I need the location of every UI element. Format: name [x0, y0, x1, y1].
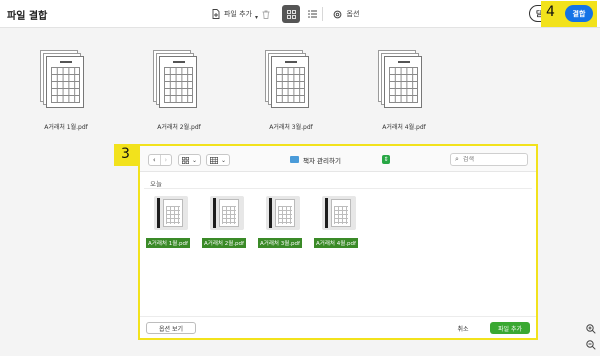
file-thumbnail[interactable]: A거래처 4월.pdf — [364, 50, 444, 131]
grid-view-icon — [286, 9, 296, 19]
file-thumbnail[interactable]: A거래처 3월.pdf — [251, 50, 331, 131]
file-picker-dialog: ‹ › ⌄ ⌄ 책자 관리하기 ⇕ ⌕ 검색 오늘 A거래처 1월.pdf A거… — [138, 144, 538, 340]
chevron-down-icon: ⌄ — [221, 156, 227, 164]
callout-marker-3: 3 — [114, 144, 138, 166]
search-input[interactable] — [462, 156, 519, 163]
section-header-today: 오늘 — [150, 180, 162, 188]
file-thumbnail[interactable]: A거래처 2월.pdf — [139, 50, 219, 131]
pdf-file-icon — [266, 196, 300, 230]
dialog-file-item[interactable]: A거래처 4월.pdf — [314, 196, 364, 249]
combine-button[interactable]: 결합 — [565, 5, 593, 22]
options-label: 옵션 — [346, 10, 360, 18]
file-thumbnail[interactable]: A거래처 1월.pdf — [26, 50, 106, 131]
pdf-file-icon — [154, 196, 188, 230]
history-nav: ‹ › — [148, 154, 172, 166]
zoom-in-button[interactable] — [585, 323, 597, 335]
folder-label: 책자 관리하기 — [303, 156, 341, 165]
zoom-in-icon — [586, 324, 596, 334]
add-files-label: 파일 추가 — [223, 10, 252, 18]
back-button[interactable]: ‹ — [149, 155, 161, 165]
icon-view-icon — [182, 156, 189, 164]
pdf-stack-icon — [378, 50, 424, 112]
dialog-footer: 옵션 보기 취소 파일 추가 — [140, 316, 536, 338]
trash-icon — [262, 10, 270, 19]
section-divider — [144, 188, 532, 189]
toolbar-divider — [322, 7, 323, 21]
pdf-file-icon — [322, 196, 356, 230]
gear-icon — [333, 10, 341, 18]
add-file-icon — [212, 9, 220, 19]
search-icon: ⌕ — [455, 155, 459, 163]
callout-number: 4 — [546, 4, 555, 20]
folder-location-select[interactable]: 책자 관리하기 ⇕ — [290, 153, 390, 166]
grid-view-button[interactable] — [282, 5, 300, 23]
up-down-arrows-icon: ⇕ — [382, 155, 390, 164]
dialog-file-name: A거래처 3월.pdf — [258, 238, 302, 248]
chevron-down-icon: ⌄ — [192, 156, 198, 164]
pdf-stack-icon — [40, 50, 86, 112]
group-view-icon — [210, 156, 218, 164]
add-file-confirm-button[interactable]: 파일 추가 — [490, 322, 530, 334]
dialog-file-item[interactable]: A거래처 3월.pdf — [258, 196, 308, 249]
file-name: A거래처 1월.pdf — [44, 124, 88, 131]
pdf-stack-icon — [265, 50, 311, 112]
cancel-button[interactable]: 취소 — [450, 322, 476, 334]
file-name: A거래처 3월.pdf — [269, 124, 313, 131]
options-button[interactable]: 옵션 — [330, 5, 362, 23]
app-toolbar: 파일 결합 파일 추가 ▾ 옵션 닫기 — [0, 0, 600, 28]
delete-button[interactable] — [257, 5, 275, 23]
dialog-file-item[interactable]: A거래처 2월.pdf — [202, 196, 252, 249]
search-field[interactable]: ⌕ — [450, 153, 528, 166]
dialog-file-name: A거래처 2월.pdf — [202, 238, 246, 248]
list-view-icon — [307, 10, 317, 18]
app-title: 파일 결합 — [7, 11, 48, 22]
pdf-file-icon — [210, 196, 244, 230]
zoom-out-icon — [586, 340, 596, 350]
zoom-out-button[interactable] — [585, 339, 597, 351]
file-name: A거래처 4월.pdf — [382, 124, 426, 131]
group-view-select[interactable]: ⌄ — [206, 154, 231, 166]
folder-icon — [290, 156, 299, 163]
dialog-file-name: A거래처 4월.pdf — [314, 238, 358, 248]
icon-view-select[interactable]: ⌄ — [178, 154, 202, 166]
dialog-file-item[interactable]: A거래처 1월.pdf — [146, 196, 196, 249]
show-options-button[interactable]: 옵션 보기 — [146, 322, 196, 334]
pdf-stack-icon — [153, 50, 199, 112]
add-files-button[interactable]: 파일 추가 ▾ — [207, 5, 263, 23]
file-name: A거래처 2월.pdf — [157, 124, 201, 131]
list-view-button[interactable] — [303, 5, 321, 23]
forward-button[interactable]: › — [161, 155, 172, 165]
dialog-file-name: A거래처 1월.pdf — [146, 238, 190, 248]
dialog-toolbar: ‹ › ⌄ ⌄ 책자 관리하기 ⇕ ⌕ — [140, 146, 536, 172]
callout-number: 3 — [121, 146, 130, 162]
